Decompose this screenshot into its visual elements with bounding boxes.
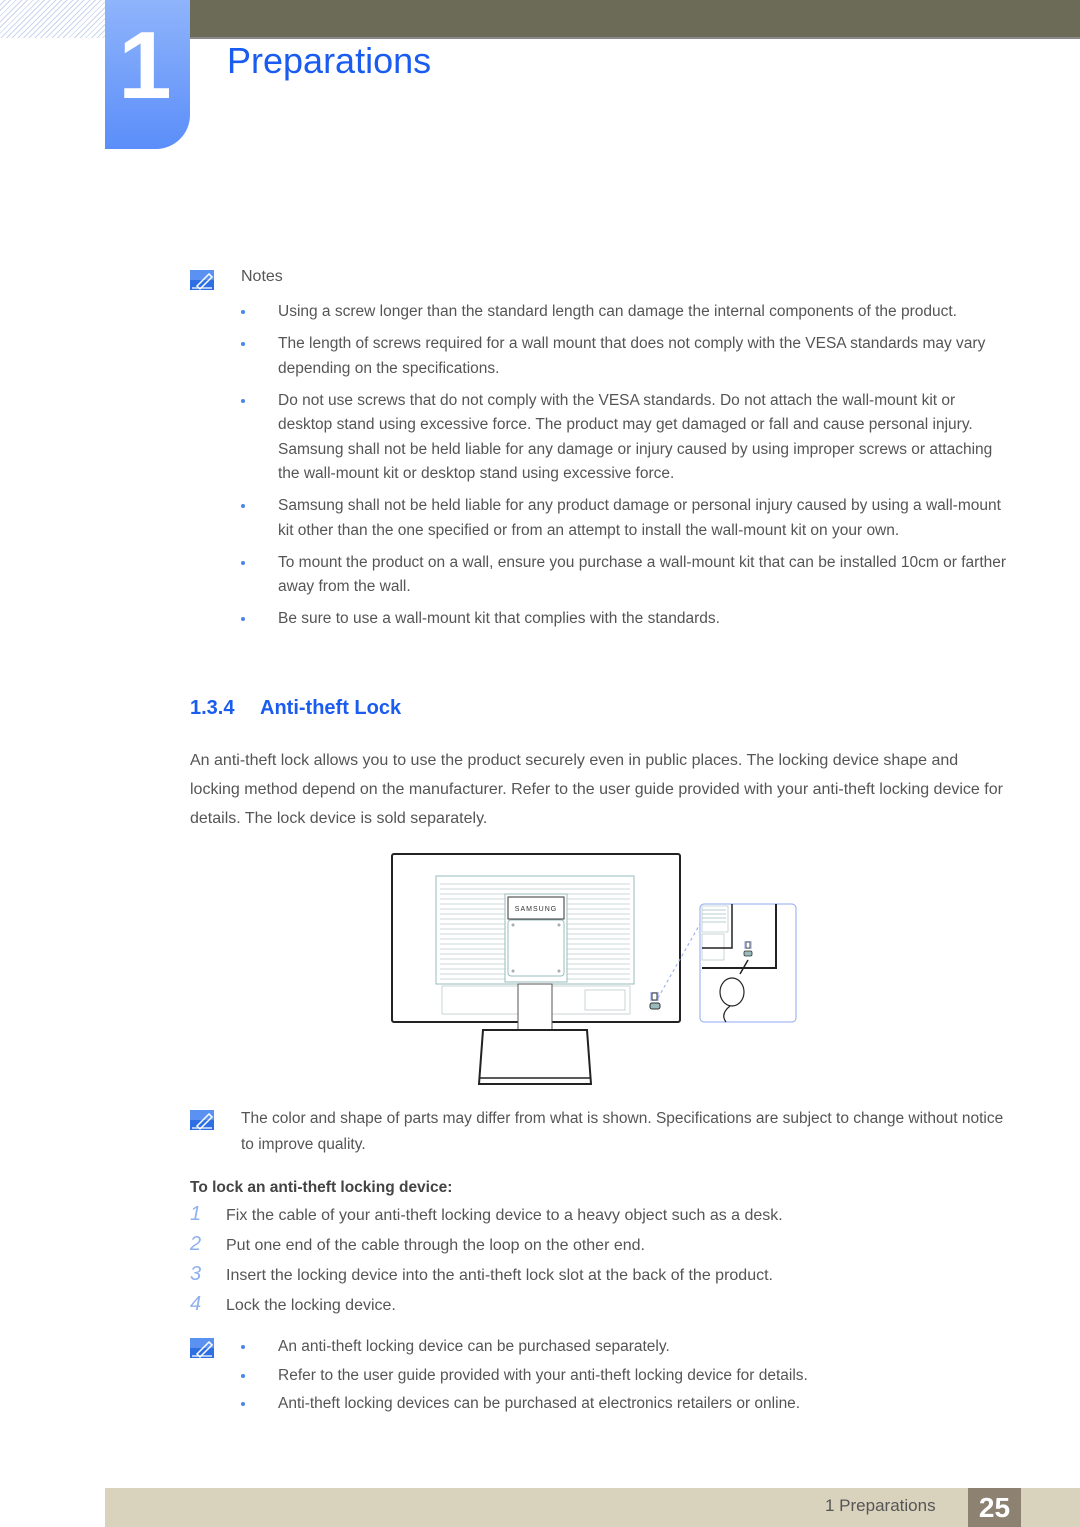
- note-item: The length of screws required for a wall…: [241, 332, 1011, 381]
- page-number: 25: [968, 1488, 1021, 1527]
- note-item: Anti-theft locking devices can be purcha…: [241, 1392, 1011, 1417]
- chapter-tab: 1: [105, 0, 190, 149]
- step-text: Fix the cable of your anti-theft locking…: [226, 1207, 783, 1224]
- lock-slot-small: [649, 992, 661, 1010]
- decorative-hatch: [0, 0, 105, 38]
- note-item: Do not use screws that do not comply wit…: [241, 389, 1011, 487]
- step-number: 2: [190, 1233, 202, 1255]
- step-item: 2 Put one end of the cable through the lo…: [190, 1233, 783, 1263]
- note-item: Be sure to use a wall-mount kit that com…: [241, 607, 1011, 632]
- chapter-number: 1: [118, 12, 172, 119]
- section-title: Anti-theft Lock: [260, 697, 402, 719]
- step-item: 3 Insert the locking device into the anti…: [190, 1263, 783, 1293]
- step-text: Insert the locking device into the anti-…: [226, 1267, 773, 1284]
- caption-note: The color and shape of parts may differ …: [241, 1110, 1004, 1153]
- step-number: 4: [190, 1293, 202, 1315]
- brand-label: SAMSUNG: [515, 906, 557, 913]
- final-notes-list: An anti-theft locking device can be purc…: [241, 1335, 1011, 1417]
- section-body: An anti-theft lock allows you to use the…: [190, 752, 1003, 827]
- section-number: 1.3.4: [190, 697, 235, 719]
- note-pencil-icon: [190, 270, 214, 291]
- step-item: 4 Lock the locking device.: [190, 1293, 783, 1323]
- section-heading: 1.3.4 Anti-theft Lock: [190, 697, 401, 720]
- footer-bar: 1 Preparations 25: [105, 1488, 1080, 1527]
- notes-list: Using a screw longer than the standard l…: [241, 300, 1011, 639]
- note-item: Samsung shall not be held liable for any…: [241, 494, 1011, 543]
- notes-label: Notes: [241, 268, 283, 285]
- header-bar: [190, 0, 1080, 39]
- step-number: 1: [190, 1203, 202, 1225]
- note-item: To mount the product on a wall, ensure y…: [241, 551, 1011, 600]
- step-text: Put one end of the cable through the loo…: [226, 1237, 645, 1254]
- steps-title: To lock an anti-theft locking device:: [190, 1179, 453, 1196]
- chapter-title: Preparations: [227, 40, 432, 81]
- note-pencil-icon: [190, 1338, 214, 1359]
- footer-chapter-label: 1 Preparations: [825, 1496, 936, 1515]
- note-item: An anti-theft locking device can be purc…: [241, 1335, 1011, 1360]
- note-pencil-icon: [190, 1110, 214, 1131]
- note-item: Refer to the user guide provided with yo…: [241, 1364, 1011, 1389]
- step-number: 3: [190, 1263, 202, 1285]
- steps-list: 1 Fix the cable of your anti-theft lockin…: [190, 1203, 783, 1323]
- lock-detail-inset: [699, 903, 797, 1023]
- step-item: 1 Fix the cable of your anti-theft lockin…: [190, 1203, 783, 1233]
- note-item: Using a screw longer than the standard l…: [241, 300, 1011, 325]
- step-text: Lock the locking device.: [226, 1297, 396, 1314]
- monitor-back-illustration: SAMSUNG: [391, 853, 797, 1085]
